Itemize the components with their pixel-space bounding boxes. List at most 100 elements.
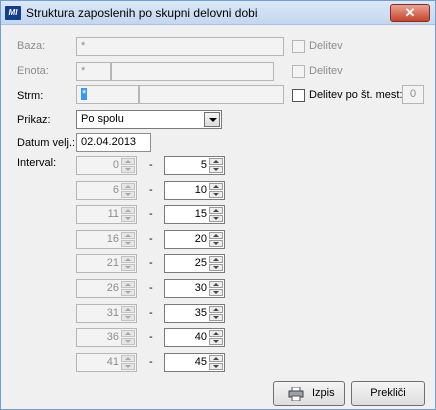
interval-dash: - xyxy=(149,307,153,319)
interval-dash: - xyxy=(149,159,153,171)
spinner-buttons xyxy=(121,306,135,321)
interval-from-spinner[interactable]: 21 xyxy=(76,254,137,273)
spin-down-icon[interactable] xyxy=(209,264,223,271)
print-button[interactable]: Izpis xyxy=(273,381,345,406)
interval-from-spinner[interactable]: 31 xyxy=(76,304,137,323)
interval-dash: - xyxy=(149,208,153,220)
interval-to-spinner[interactable]: 20 xyxy=(164,230,225,249)
spin-up-icon[interactable] xyxy=(121,355,135,362)
spinner-buttons xyxy=(121,207,135,222)
interval-to-spinner[interactable]: 25 xyxy=(164,254,225,273)
baza-delitev-checkbox[interactable] xyxy=(292,40,305,53)
chevron-down-icon[interactable] xyxy=(204,112,220,127)
interval-from-spinner[interactable]: 36 xyxy=(76,328,137,347)
interval-label: Interval: xyxy=(17,157,57,169)
interval-to-spinner[interactable]: 10 xyxy=(164,181,225,200)
spin-up-icon[interactable] xyxy=(121,306,135,313)
close-button[interactable]: ✕ xyxy=(390,4,430,22)
interval-from-value: 11 xyxy=(107,208,119,220)
spin-up-icon[interactable] xyxy=(209,207,223,214)
spin-down-icon[interactable] xyxy=(209,314,223,321)
interval-to-spinner[interactable]: 35 xyxy=(164,304,225,323)
interval-from-spinner[interactable]: 26 xyxy=(76,279,137,298)
spinner-buttons xyxy=(209,330,223,345)
spin-up-icon[interactable] xyxy=(209,256,223,263)
title-bar[interactable]: MI Struktura zaposlenih po skupni delovn… xyxy=(1,1,435,25)
interval-to-value: 10 xyxy=(194,184,207,196)
spin-down-icon[interactable] xyxy=(209,338,223,345)
interval-from-spinner[interactable]: 11 xyxy=(76,205,137,224)
spin-down-icon[interactable] xyxy=(121,338,135,345)
window-title: Struktura zaposlenih po skupni delovni d… xyxy=(26,6,258,20)
spin-down-icon[interactable] xyxy=(121,264,135,271)
spin-up-icon[interactable] xyxy=(121,207,135,214)
spin-down-icon[interactable] xyxy=(209,166,223,173)
prikaz-label: Prikaz: xyxy=(17,114,51,126)
spin-up-icon[interactable] xyxy=(209,330,223,337)
interval-to-spinner[interactable]: 30 xyxy=(164,279,225,298)
spin-down-icon[interactable] xyxy=(121,215,135,222)
interval-from-spinner[interactable]: 6 xyxy=(76,181,137,200)
spin-down-icon[interactable] xyxy=(209,289,223,296)
interval-from-spinner[interactable]: 41 xyxy=(76,353,137,372)
interval-from-value: 36 xyxy=(106,331,119,343)
prikaz-select[interactable]: Po spolu xyxy=(76,110,222,129)
spinner-buttons xyxy=(121,330,135,345)
enota-code-field[interactable]: * xyxy=(76,62,111,81)
datum-field[interactable]: 02.04.2013 xyxy=(76,133,151,152)
spin-up-icon[interactable] xyxy=(209,158,223,165)
interval-from-value: 0 xyxy=(112,159,119,171)
spin-up-icon[interactable] xyxy=(121,158,135,165)
interval-to-value: 30 xyxy=(194,282,207,294)
spin-up-icon[interactable] xyxy=(121,330,135,337)
spin-up-icon[interactable] xyxy=(209,232,223,239)
interval-to-value: 20 xyxy=(194,233,207,245)
spin-up-icon[interactable] xyxy=(209,281,223,288)
interval-dash: - xyxy=(149,184,153,196)
strm-name-field[interactable] xyxy=(139,85,284,104)
datum-label: Datum velj.: xyxy=(17,137,76,149)
interval-from-spinner[interactable]: 16 xyxy=(76,230,137,249)
spinner-buttons xyxy=(121,256,135,271)
spin-down-icon[interactable] xyxy=(121,191,135,198)
spin-up-icon[interactable] xyxy=(209,355,223,362)
interval-to-spinner[interactable]: 45 xyxy=(164,353,225,372)
spin-up-icon[interactable] xyxy=(121,281,135,288)
spin-down-icon[interactable] xyxy=(209,191,223,198)
interval-dash: - xyxy=(149,356,153,368)
interval-from-value: 21 xyxy=(106,257,119,269)
cancel-button[interactable]: Prekliči xyxy=(351,381,425,406)
enota-name-field[interactable] xyxy=(111,62,274,81)
spin-up-icon[interactable] xyxy=(209,306,223,313)
interval-from-value: 6 xyxy=(112,184,119,196)
spin-up-icon[interactable] xyxy=(121,183,135,190)
spin-down-icon[interactable] xyxy=(209,240,223,247)
spinner-buttons xyxy=(121,183,135,198)
spin-down-icon[interactable] xyxy=(121,363,135,370)
spin-down-icon[interactable] xyxy=(209,215,223,222)
baza-delitev-label: Delitev xyxy=(309,40,343,52)
spinner-buttons xyxy=(209,281,223,296)
strm-delitev-checkbox[interactable] xyxy=(292,89,305,102)
interval-to-spinner[interactable]: 40 xyxy=(164,328,225,347)
mest-count-field[interactable]: 0 xyxy=(402,85,424,104)
spinner-buttons xyxy=(121,158,135,173)
interval-to-spinner[interactable]: 15 xyxy=(164,205,225,224)
spin-down-icon[interactable] xyxy=(121,166,135,173)
spin-up-icon[interactable] xyxy=(121,256,135,263)
interval-from-spinner[interactable]: 0 xyxy=(76,156,137,175)
spin-down-icon[interactable] xyxy=(121,289,135,296)
enota-delitev-checkbox[interactable] xyxy=(292,65,305,78)
spin-down-icon[interactable] xyxy=(121,314,135,321)
strm-selected-text: * xyxy=(81,88,88,100)
baza-field[interactable]: * xyxy=(76,37,284,56)
spin-down-icon[interactable] xyxy=(121,240,135,247)
interval-from-value: 41 xyxy=(106,356,119,368)
interval-to-value: 35 xyxy=(194,307,207,319)
printer-icon xyxy=(288,387,304,401)
spin-up-icon[interactable] xyxy=(121,232,135,239)
strm-code-field[interactable]: * xyxy=(76,85,139,104)
spin-down-icon[interactable] xyxy=(209,363,223,370)
spin-up-icon[interactable] xyxy=(209,183,223,190)
interval-to-spinner[interactable]: 5 xyxy=(164,156,225,175)
